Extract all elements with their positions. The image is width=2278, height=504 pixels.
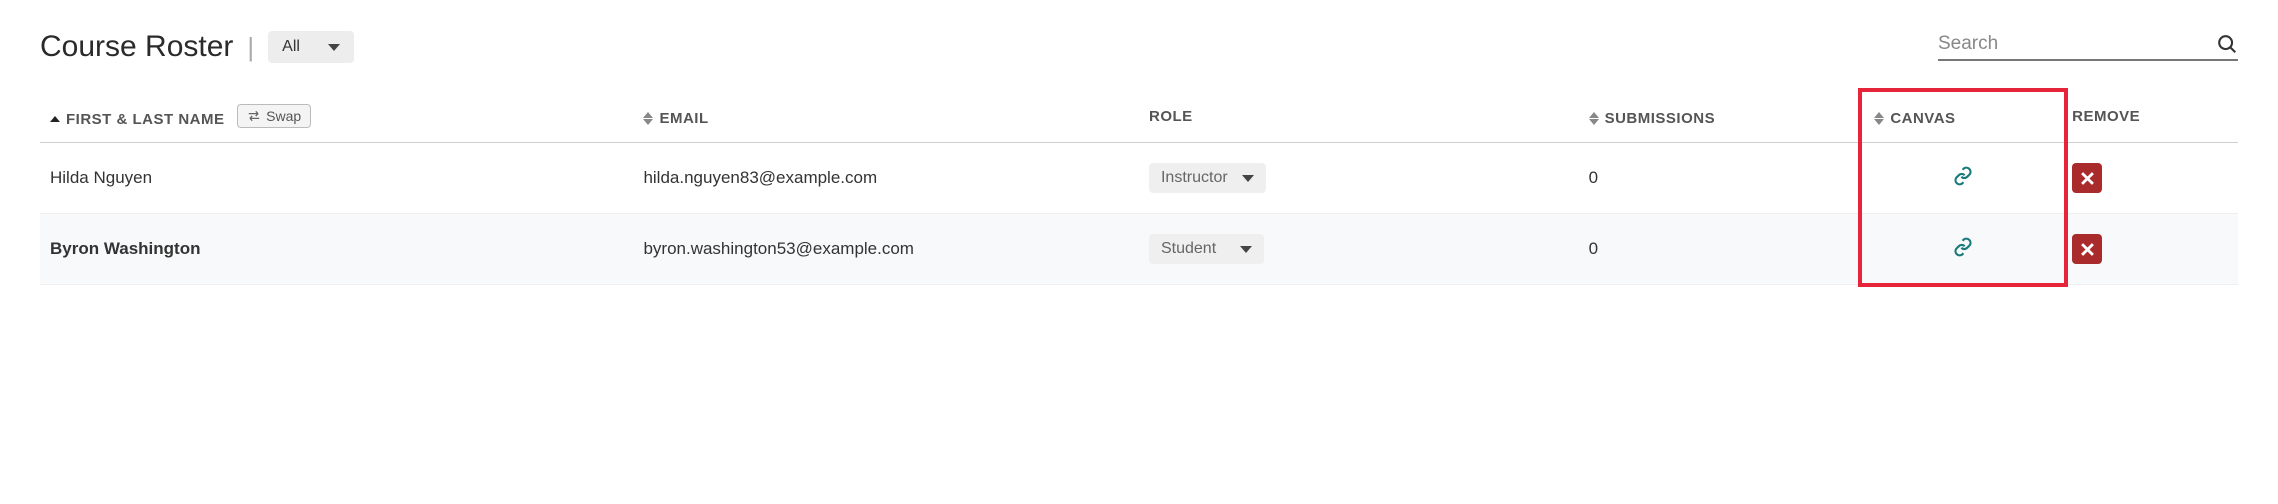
col-header-canvas-label: Canvas [1890,110,1955,127]
close-icon [2081,172,2094,185]
caret-down-icon [1240,246,1252,253]
col-header-role: Role [1139,104,1579,143]
col-header-name[interactable]: First & Last Name Swap [40,104,633,143]
cell-name: Byron Washington [40,214,633,285]
roster-filter-select[interactable]: All [268,31,354,63]
close-icon [2081,243,2094,256]
role-value: Instructor [1161,169,1228,187]
col-header-email-label: Email [659,110,708,127]
role-select[interactable]: Instructor [1149,163,1266,193]
swap-icon [247,110,261,122]
sort-icon [1589,112,1599,125]
cell-name: Hilda Nguyen [40,143,633,214]
cell-email: hilda.nguyen83@example.com [633,143,1139,214]
caret-down-icon [1242,175,1254,182]
role-select[interactable]: Student [1149,234,1264,264]
link-icon[interactable] [1953,166,1973,186]
caret-down-icon [328,44,340,51]
table-row: Hilda Nguyen hilda.nguyen83@example.com … [40,143,2238,214]
swap-button-label: Swap [266,108,301,124]
col-header-name-label: First & Last Name [66,111,225,128]
page-title: Course Roster [40,30,233,64]
col-header-canvas[interactable]: Canvas [1864,104,2062,143]
roster-table-wrap: First & Last Name Swap [40,104,2238,285]
table-row: Byron Washington byron.washington53@exam… [40,214,2238,285]
search-icon[interactable] [2216,33,2238,55]
remove-button[interactable] [2072,163,2102,193]
cell-email: byron.washington53@example.com [633,214,1139,285]
col-header-remove: Remove [2062,104,2238,143]
col-header-remove-label: Remove [2072,108,2140,125]
cell-submissions: 0 [1579,143,1865,214]
role-value: Student [1161,240,1216,258]
remove-button[interactable] [2072,234,2102,264]
sort-icon [50,116,60,122]
search-container [1938,33,2238,61]
col-header-submissions-label: Submissions [1605,110,1716,127]
swap-button[interactable]: Swap [237,104,311,128]
sort-icon [1874,112,1884,125]
roster-filter-value: All [282,38,300,56]
col-header-role-label: Role [1149,108,1193,125]
sort-icon [643,112,653,125]
col-header-submissions[interactable]: Submissions [1579,104,1865,143]
cell-submissions: 0 [1579,214,1865,285]
title-divider: | [247,32,254,63]
search-input[interactable] [1938,33,2216,55]
col-header-email[interactable]: Email [633,104,1139,143]
roster-table: First & Last Name Swap [40,104,2238,285]
link-icon[interactable] [1953,237,1973,257]
